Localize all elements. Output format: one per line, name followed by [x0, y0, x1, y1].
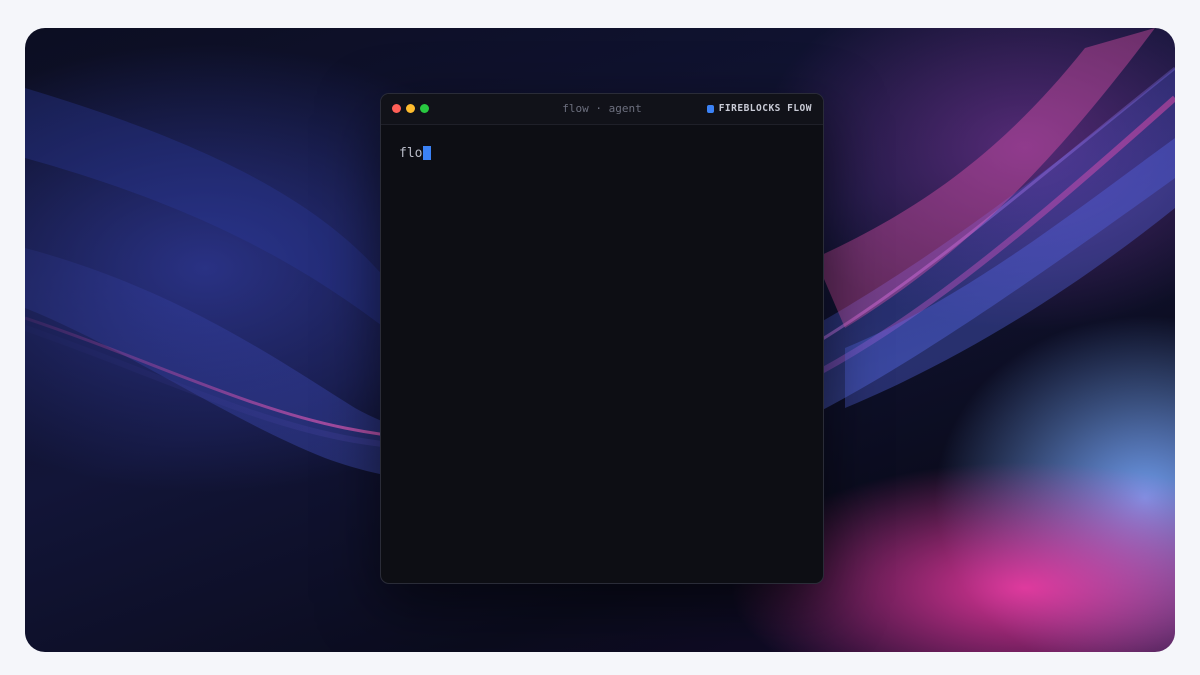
desktop-wallpaper: flow · agent FIREBLOCKS FLOW flo: [25, 28, 1175, 652]
command-input[interactable]: flo: [399, 146, 422, 161]
brand-label: FIREBLOCKS FLOW: [718, 103, 812, 114]
window-titlebar[interactable]: flow · agent FIREBLOCKS FLOW: [381, 94, 823, 125]
text-cursor: [423, 146, 432, 160]
terminal-body[interactable]: flo: [381, 125, 823, 181]
square-logo-icon: [706, 104, 714, 113]
brand: FIREBLOCKS FLOW: [706, 103, 812, 114]
command-line[interactable]: flo: [399, 145, 805, 161]
terminal-window[interactable]: flow · agent FIREBLOCKS FLOW flo: [380, 93, 824, 584]
